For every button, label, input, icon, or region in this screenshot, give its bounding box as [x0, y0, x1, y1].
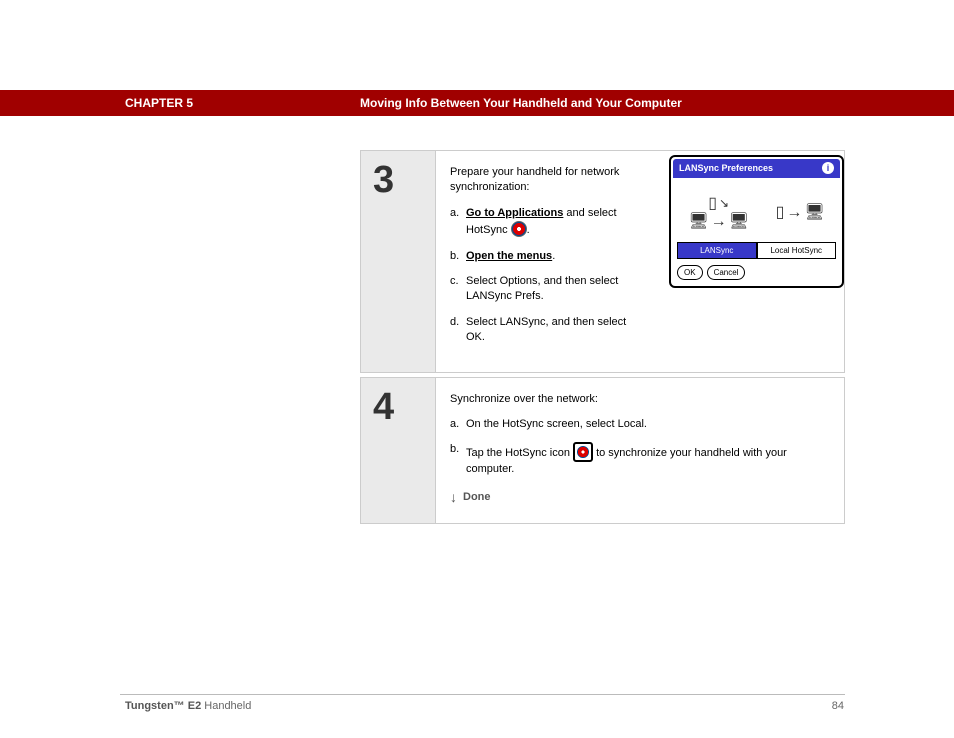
- cancel-button[interactable]: Cancel: [707, 265, 746, 280]
- text: .: [527, 224, 530, 236]
- list-marker: a.: [450, 417, 459, 432]
- step-body: Synchronize over the network: a. On the …: [436, 378, 844, 524]
- ok-button[interactable]: OK: [677, 265, 703, 280]
- arrow-icon: →: [711, 214, 727, 230]
- substep: b. Open the menus.: [450, 249, 630, 264]
- done-indicator: ↓ Done: [450, 488, 830, 508]
- steps-container: 3 Prepare your handheld for network sync…: [360, 150, 845, 528]
- tab-local-hotsync[interactable]: Local HotSync: [757, 242, 837, 259]
- done-label: Done: [463, 490, 491, 505]
- substep: a. On the HotSync screen, select Local.: [450, 417, 830, 432]
- step-number: 3: [361, 151, 436, 372]
- step-body: Prepare your handheld for network synchr…: [436, 151, 844, 372]
- header-bar: CHAPTER 5 Moving Info Between Your Handh…: [0, 90, 954, 116]
- list-marker: c.: [450, 274, 459, 289]
- lan-sync-diagram: ▯↘ 🖥→🖥: [688, 195, 749, 230]
- text: On the HotSync screen, select Local.: [466, 418, 647, 430]
- product-rest: Handheld: [201, 700, 251, 712]
- list-marker: a.: [450, 206, 459, 221]
- dialog-canvas: ▯↘ 🖥→🖥 ▯→🖥: [671, 180, 842, 242]
- text: .: [552, 250, 555, 262]
- step-lead: Synchronize over the network:: [450, 392, 830, 407]
- list-marker: b.: [450, 249, 459, 264]
- go-to-applications-link[interactable]: Go to Applications: [466, 207, 563, 219]
- open-the-menus-link[interactable]: Open the menus: [466, 250, 552, 262]
- done-arrow-icon: ↓: [450, 488, 457, 508]
- hotsync-icon: [573, 442, 593, 462]
- substep-list: a. On the HotSync screen, select Local. …: [450, 417, 830, 478]
- list-marker: b.: [450, 442, 459, 457]
- tab-row: LANSync Local HotSync: [677, 242, 836, 259]
- document-page: CHAPTER 5 Moving Info Between Your Handh…: [0, 0, 954, 738]
- running-title: Moving Info Between Your Handheld and Yo…: [360, 96, 682, 110]
- list-marker: d.: [450, 315, 459, 330]
- dialog-buttons: OK Cancel: [677, 265, 842, 280]
- arrow-icon: →: [786, 205, 802, 221]
- page-number: 84: [832, 700, 844, 712]
- step-lead: Prepare your handheld for network synchr…: [450, 165, 630, 196]
- handheld-icon: ▯: [776, 205, 785, 221]
- product-name: Tungsten™ E2 Handheld: [125, 700, 251, 712]
- tab-lansync[interactable]: LANSync: [677, 242, 757, 259]
- chapter-label: CHAPTER 5: [125, 96, 193, 110]
- computer-icon: 🖥: [729, 214, 749, 230]
- substep: a. Go to Applications and select HotSync…: [450, 206, 630, 239]
- arrow-icon: ↘: [719, 195, 729, 212]
- hotsync-icon: [511, 221, 527, 237]
- substep: d. Select LANSync, and then select OK.: [450, 315, 630, 346]
- text: Select Options, and then select LANSync …: [466, 275, 618, 302]
- dialog-title-bar: LANSync Preferences i: [673, 159, 840, 178]
- lansync-preferences-dialog: LANSync Preferences i ▯↘ 🖥→🖥 ▯→🖥 LA: [669, 155, 844, 288]
- local-sync-diagram: ▯→🖥: [776, 205, 825, 221]
- text: Tap the HotSync icon: [466, 447, 573, 459]
- info-icon: i: [822, 162, 834, 174]
- computer-icon: 🖥: [804, 205, 824, 221]
- text: Select LANSync, and then select OK.: [466, 316, 626, 343]
- product-bold: Tungsten™ E2: [125, 700, 201, 712]
- footer-rule: [120, 694, 845, 695]
- handheld-icon: ▯: [708, 196, 717, 212]
- step-number: 4: [361, 378, 436, 524]
- step-4: 4 Synchronize over the network: a. On th…: [360, 377, 845, 525]
- step-3: 3 Prepare your handheld for network sync…: [360, 150, 845, 373]
- substep: b. Tap the HotSync icon to synchronize y…: [450, 442, 830, 477]
- substep: c. Select Options, and then select LANSy…: [450, 274, 630, 305]
- dialog-title: LANSync Preferences: [679, 162, 773, 175]
- computer-icon: 🖥: [688, 214, 708, 230]
